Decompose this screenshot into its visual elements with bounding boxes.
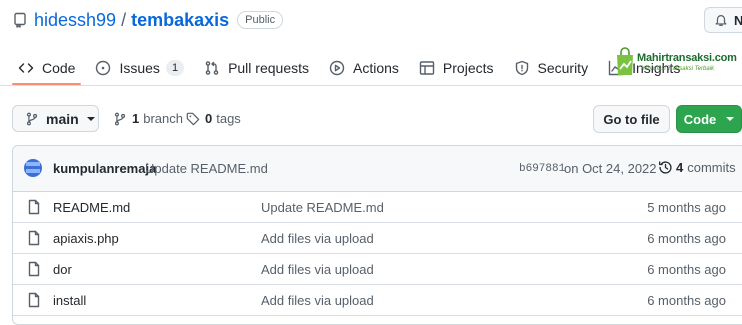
file-browser: kumpulanremaja Update README.md b697881 … [12, 145, 742, 325]
repo-path-separator: / [121, 9, 127, 30]
tag-icon [186, 112, 200, 125]
file-row[interactable]: README.md Update README.md 5 months ago [13, 192, 742, 223]
tags-label: tags [216, 111, 241, 126]
issues-count-badge: 1 [165, 59, 185, 76]
file-icon [28, 261, 40, 277]
commit-date: on Oct 24, 2022 [564, 161, 657, 176]
tab-code-label: Code [42, 59, 76, 76]
commits-history-link[interactable]: 4 commits [658, 160, 736, 175]
git-pull-request-icon [205, 60, 219, 75]
tab-code[interactable]: Code [12, 51, 82, 85]
repo-owner-link[interactable]: hidessh99 [34, 10, 116, 31]
chevron-down-icon [726, 117, 735, 121]
tags-link[interactable]: 0 tags [186, 111, 241, 126]
file-commit-age: 6 months ago [647, 231, 726, 246]
file-commit-message-link[interactable]: Add files via upload [261, 262, 374, 277]
tab-pull-requests-label: Pull requests [228, 59, 309, 76]
tab-issues-label: Issues [119, 59, 160, 76]
file-icon [28, 199, 40, 215]
branches-link[interactable]: 1 branch [113, 111, 183, 126]
file-name-link[interactable]: install [53, 293, 86, 308]
history-icon [659, 161, 672, 174]
branch-select-button[interactable]: main [12, 105, 99, 132]
file-icon [28, 230, 40, 246]
notifications-label: N [734, 12, 742, 28]
tab-actions-label: Actions [353, 59, 399, 76]
file-row[interactable]: dor Add files via upload 6 months ago [13, 254, 742, 285]
tab-projects-label: Projects [442, 59, 494, 76]
file-name-link[interactable]: apiaxis.php [53, 231, 119, 246]
branches-label: branch [143, 111, 183, 126]
git-branch-icon [114, 112, 126, 125]
repo-icon [14, 12, 26, 28]
file-name-link[interactable]: README.md [53, 200, 130, 215]
watermark-title: Mahirtransaksi.com [637, 52, 737, 64]
issue-opened-icon [96, 60, 111, 75]
repo-name-link[interactable]: tembakaxis [131, 10, 229, 31]
tab-issues[interactable]: Issues 1 [89, 51, 190, 84]
commit-sha-link[interactable]: b697881 [519, 163, 565, 175]
visibility-badge: Public [237, 11, 284, 29]
commit-author-link[interactable]: kumpulanremaja [53, 161, 156, 176]
tab-projects[interactable]: Projects [413, 51, 500, 84]
shopping-bag-icon [617, 47, 633, 75]
code-dropdown-button[interactable]: Code [676, 105, 742, 133]
watermark-logo: Mahirtransaksi.com Informasi Transaksi T… [615, 47, 740, 81]
code-icon [18, 62, 34, 73]
tab-actions[interactable]: Actions [323, 51, 405, 84]
tabs-divider [0, 85, 742, 86]
bell-icon [715, 15, 727, 26]
shield-icon [515, 60, 528, 75]
repo-header: hidessh99 / tembakaxis Public [12, 9, 284, 31]
file-row[interactable]: install Add files via upload 6 months ag… [13, 285, 742, 316]
file-commit-message-link[interactable]: Add files via upload [261, 293, 374, 308]
tags-count: 0 [205, 111, 213, 126]
repo-tabs: Code Issues 1 Pull requests Actions Proj… [12, 50, 694, 85]
file-icon [28, 292, 40, 308]
commits-label: commits [687, 160, 736, 175]
notifications-button[interactable]: N [704, 7, 742, 33]
branches-count: 1 [132, 111, 140, 126]
file-commit-age: 5 months ago [647, 200, 726, 215]
file-row[interactable]: apiaxis.php Add files via upload 6 month… [13, 223, 742, 254]
avatar[interactable] [24, 159, 42, 177]
commits-count: 4 [676, 160, 684, 175]
file-name-link[interactable]: dor [53, 262, 72, 277]
tab-security-label: Security [537, 59, 589, 76]
code-button-label: Code [683, 111, 717, 127]
tab-security[interactable]: Security [508, 51, 595, 84]
play-icon [329, 60, 345, 75]
file-commit-message-link[interactable]: Add files via upload [261, 231, 374, 246]
tab-pull-requests[interactable]: Pull requests [198, 51, 315, 84]
watermark-subtitle: Informasi Transaksi Terbaik [641, 66, 715, 72]
file-commit-age: 6 months ago [647, 262, 726, 277]
branch-name: main [46, 110, 79, 127]
go-to-file-button[interactable]: Go to file [593, 105, 670, 133]
latest-commit-bar: kumpulanremaja Update README.md b697881 … [13, 146, 742, 192]
commit-message-link[interactable]: Update README.md [145, 161, 268, 176]
table-icon [419, 60, 435, 75]
git-branch-icon [26, 112, 38, 125]
chevron-down-icon [86, 116, 95, 121]
file-commit-age: 6 months ago [647, 293, 726, 308]
file-commit-message-link[interactable]: Update README.md [261, 200, 384, 215]
